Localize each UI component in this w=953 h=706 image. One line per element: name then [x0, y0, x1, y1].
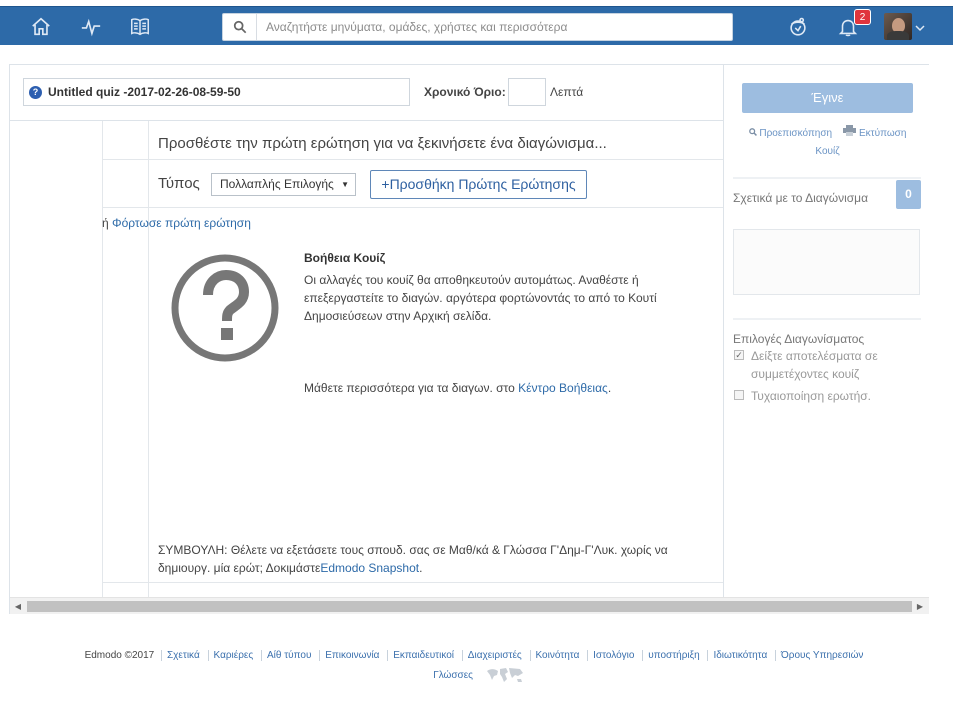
- show-results-checkbox[interactable]: ✓: [734, 350, 744, 360]
- horizontal-scrollbar[interactable]: ◀ ▶: [10, 597, 929, 614]
- option-show-results[interactable]: ✓ Δείξτε αποτελέσματα σε συμμετέχοντες κ…: [734, 347, 914, 383]
- footer-link-community[interactable]: Κοινότητα: [529, 650, 585, 661]
- search-bar: [222, 13, 733, 41]
- footer-link-terms[interactable]: Όρους Υπηρεσιών: [775, 650, 869, 661]
- world-map-icon: [486, 668, 523, 682]
- learn-more-end: .: [607, 381, 612, 395]
- row-divider: [102, 159, 723, 160]
- row-divider: [102, 207, 723, 208]
- footer-link-privacy[interactable]: Ιδιωτικότητα: [707, 650, 773, 661]
- help-text: Οι αλλαγές του κουίζ θα αποθηκευτούν αυτ…: [304, 273, 657, 323]
- section-divider: [733, 318, 921, 320]
- tip-row: ΣΥΜΒΟΥΛΗ: Θέλετε να εξετάσετε τους σπουδ…: [158, 541, 718, 577]
- home-icon[interactable]: [29, 15, 53, 39]
- about-quiz-textarea[interactable]: [733, 229, 920, 295]
- gutter-divider: [102, 121, 103, 597]
- library-book-icon[interactable]: [128, 15, 152, 39]
- learn-more-row: Μάθετε περισσότερα για τα διαγων. στο Κέ…: [304, 381, 611, 395]
- footer-link-blog[interactable]: Ιστολόγιο: [587, 650, 640, 661]
- learn-more-text: Μάθετε περισσότερα για τα διαγων. στο: [304, 381, 515, 395]
- search-icon[interactable]: [223, 14, 257, 40]
- about-quiz-title: Σχετικά με το Διαγώνισμα: [733, 191, 869, 205]
- done-button[interactable]: Έγινε: [742, 83, 913, 113]
- footer-link-support[interactable]: υποστήριξη: [642, 650, 705, 661]
- quiz-sidebar: Έγινε Προεπισκόπηση Εκτύπωση Κουίζ Σχετι…: [723, 65, 929, 597]
- backpack-icon[interactable]: [786, 15, 810, 39]
- quiz-title-text: Untitled quiz -2017-02-26-08-59-50: [48, 85, 241, 99]
- gutter-divider: [148, 121, 149, 597]
- footer-link-press[interactable]: Αίθ τύπου: [260, 650, 317, 661]
- time-limit-input[interactable]: [508, 78, 546, 106]
- magnifier-icon: [748, 128, 757, 136]
- tip-end: .: [419, 561, 423, 575]
- time-limit-unit: Λεπτά: [550, 85, 584, 99]
- footer-link-careers[interactable]: Καριέρες: [207, 650, 259, 661]
- search-input[interactable]: [257, 15, 732, 39]
- top-nav-bar: 2: [0, 6, 953, 45]
- question-type-select[interactable]: Πολλαπλής Επιλογής ▼: [211, 173, 356, 196]
- notification-badge[interactable]: 2: [854, 9, 871, 25]
- question-mark-icon: ?: [29, 85, 42, 99]
- activity-icon[interactable]: [79, 15, 103, 39]
- question-type-value: Πολλαπλής Επιλογής: [220, 177, 334, 191]
- copyright: Edmodo ©2017: [84, 650, 155, 661]
- scroll-right-arrow-icon[interactable]: ▶: [915, 601, 925, 612]
- help-center-link[interactable]: Κέντρο Βοήθειας: [518, 381, 608, 395]
- preview-label: Προεπισκόπηση: [759, 128, 833, 139]
- print-label-2: Κουίζ: [815, 146, 840, 157]
- print-label: Εκτύπωση: [859, 128, 907, 139]
- footer: Edmodo ©2017 Σχετικά Καριέρες Αίθ τύπου …: [40, 646, 913, 685]
- edmodo-snapshot-link[interactable]: Edmodo Snapshot: [320, 561, 419, 575]
- preview-link[interactable]: Προεπισκόπηση: [748, 128, 835, 139]
- question-type-label: Τύπος: [158, 175, 200, 192]
- scroll-left-arrow-icon[interactable]: ◀: [13, 601, 23, 612]
- chevron-down-icon[interactable]: [915, 23, 925, 33]
- quiz-title-field[interactable]: ? Untitled quiz -2017-02-26-08-59-50: [23, 78, 410, 106]
- footer-link-teachers[interactable]: Εκπαιδευτικοί: [387, 650, 460, 661]
- option-randomize[interactable]: Τυχαιοποίηση ερωτήσ.: [734, 387, 914, 405]
- footer-link-about[interactable]: Σχετικά: [161, 650, 205, 661]
- quiz-editor-panel: ? Untitled quiz -2017-02-26-08-59-50 Χρο…: [9, 64, 929, 614]
- quiz-content-area: ? Untitled quiz -2017-02-26-08-59-50 Χρο…: [10, 65, 723, 597]
- time-limit-label: Χρονικό Όριο:: [424, 85, 506, 99]
- help-title: Βοήθεια Κουίζ: [304, 251, 386, 265]
- randomize-checkbox[interactable]: [734, 390, 744, 400]
- upload-question-link[interactable]: Φόρτωσε πρώτη ερώτηση: [112, 216, 251, 230]
- help-question-icon: [171, 254, 279, 362]
- show-results-label: Δείξτε αποτελέσματα σε συμμετέχοντες κου…: [751, 349, 878, 381]
- scrollbar-thumb[interactable]: [27, 601, 912, 612]
- preview-print-links: Προεπισκόπηση Εκτύπωση Κουίζ: [742, 125, 913, 161]
- quiz-title-bar: ? Untitled quiz -2017-02-26-08-59-50 Χρο…: [10, 65, 723, 121]
- footer-link-contact[interactable]: Επικοινωνία: [319, 650, 385, 661]
- upload-question-row: ή Φόρτωσε πρώτη ερώτηση: [102, 216, 251, 230]
- footer-link-admins[interactable]: Διαχειριστές: [461, 650, 527, 661]
- add-first-question-button[interactable]: +Προσθήκη Πρώτης Ερώτησης: [370, 170, 587, 199]
- printer-icon: [843, 125, 857, 136]
- upload-prefix: ή: [102, 216, 109, 230]
- footer-languages-link[interactable]: Γλώσσες: [428, 670, 478, 681]
- row-divider: [102, 582, 723, 583]
- randomize-label: Τυχαιοποίηση ερωτήσ.: [751, 389, 872, 403]
- caret-down-icon: ▼: [341, 180, 349, 189]
- add-first-question-prompt: Προσθέστε την πρώτη ερώτηση για να ξεκιν…: [158, 135, 607, 152]
- user-avatar[interactable]: [884, 13, 912, 40]
- section-divider: [733, 177, 921, 179]
- about-count-badge: 0: [896, 180, 921, 209]
- quiz-options-title: Επιλογές Διαγωνίσματος: [733, 332, 865, 346]
